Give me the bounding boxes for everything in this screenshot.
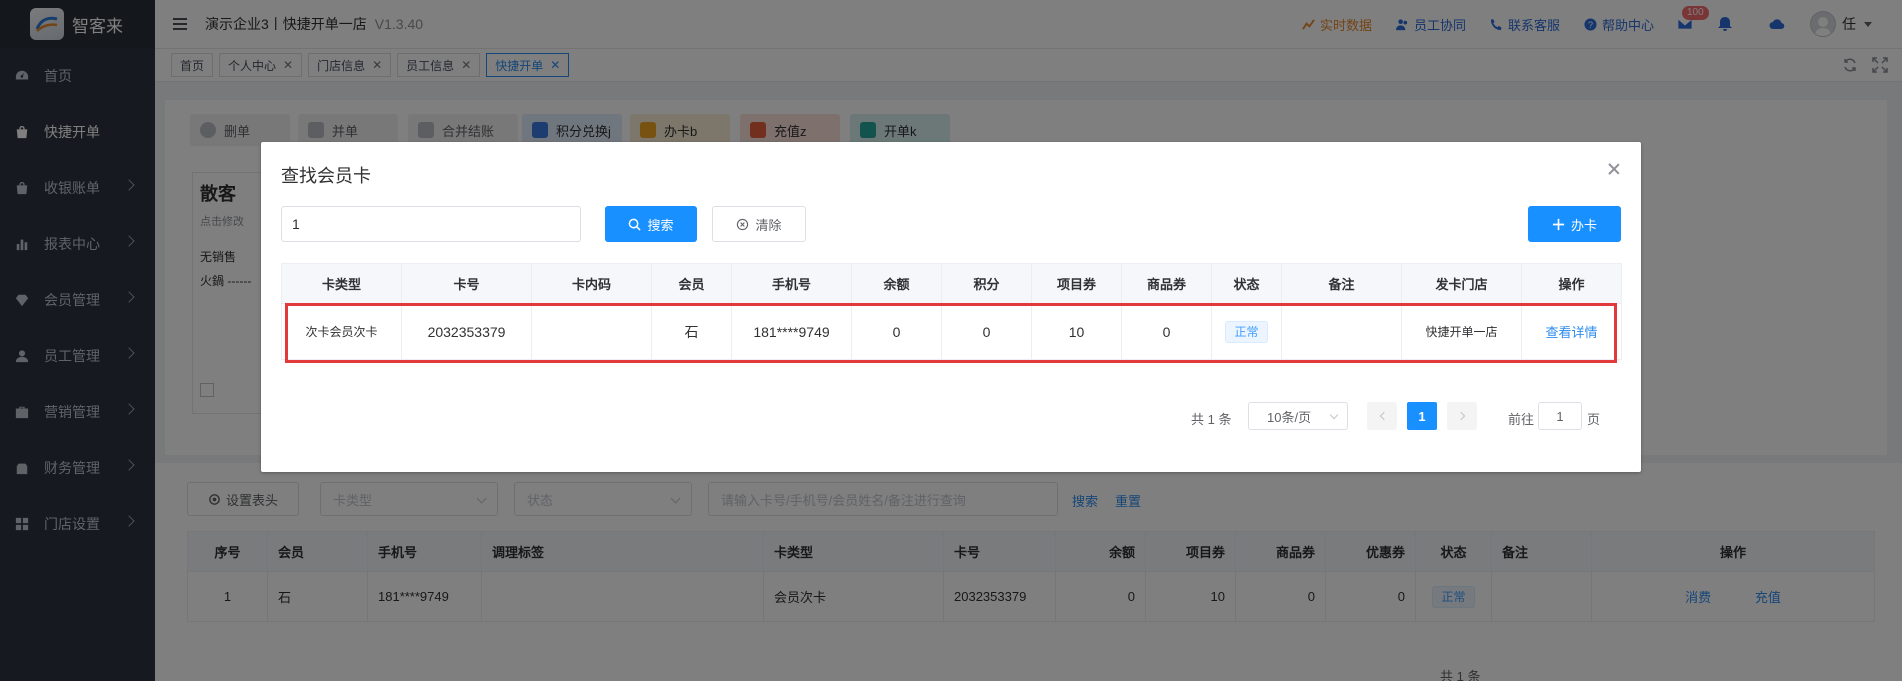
- find-member-card-dialog: 查找会员卡 搜索 清除 办卡 卡类型 卡号 卡内码 会员 手机号 余额 积分: [261, 142, 1641, 472]
- goto-label: 前往: [1508, 412, 1535, 427]
- close-icon[interactable]: [1607, 162, 1621, 176]
- status-badge: 正常: [1225, 320, 1268, 343]
- table-header-row: 卡类型 卡号 卡内码 会员 手机号 余额 积分 项目券 商品券 状态 备注 发卡…: [281, 263, 1622, 304]
- card-search-input[interactable]: [281, 206, 581, 242]
- prev-page-button[interactable]: [1367, 402, 1397, 430]
- plus-icon: [1552, 218, 1565, 230]
- chevron-left-icon: [1379, 411, 1388, 421]
- page-number-current[interactable]: 1: [1407, 402, 1437, 430]
- search-button[interactable]: 搜索: [605, 206, 697, 242]
- view-details-link[interactable]: 查看详情: [1545, 325, 1597, 340]
- chevron-right-icon: [1456, 411, 1465, 421]
- search-icon: [629, 218, 642, 231]
- pagination-total: 共 1 条: [1191, 412, 1232, 427]
- dialog-pagination: 共 1 条 10条/页 1 前往 页: [261, 402, 1641, 432]
- card-result-table: 卡类型 卡号 卡内码 会员 手机号 余额 积分 项目券 商品券 状态 备注 发卡…: [281, 263, 1622, 360]
- clear-button[interactable]: 清除: [712, 206, 806, 242]
- chevron-down-icon: [1329, 410, 1339, 420]
- page-unit-label: 页: [1587, 412, 1601, 427]
- dialog-title: 查找会员卡: [281, 166, 371, 186]
- clear-circle-icon: [737, 218, 749, 230]
- new-card-button[interactable]: 办卡: [1528, 206, 1621, 242]
- table-row[interactable]: 次卡会员次卡 2032353379 石 181****9749 0 0 10 0…: [281, 303, 1622, 360]
- goto-page-input[interactable]: [1538, 402, 1582, 430]
- next-page-button[interactable]: [1447, 402, 1477, 430]
- page-size-select[interactable]: 10条/页: [1248, 402, 1348, 430]
